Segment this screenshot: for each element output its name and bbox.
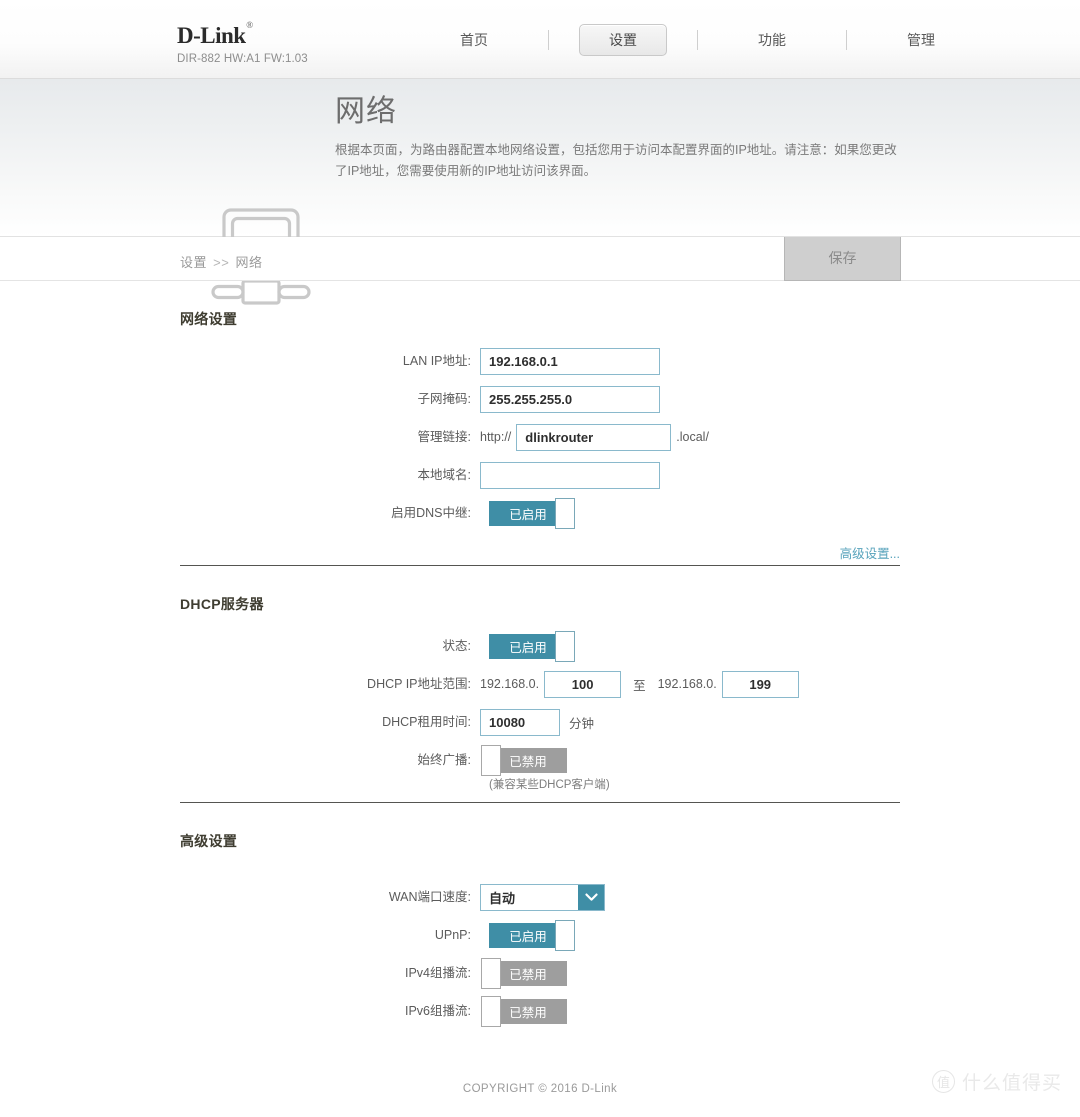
field-row-wan-port-speed: WAN端口速度: 自动: [180, 883, 900, 911]
field-row-lan-ip: LAN IP地址:: [180, 347, 900, 375]
field-row-upnp: UPnP: 已启用: [180, 919, 900, 951]
ipv4-multicast-toggle[interactable]: 已禁用: [481, 957, 567, 989]
brand-block: D-Link ® DIR-882 HW:A1 FW:1.03: [177, 21, 308, 66]
trademark-icon: ®: [246, 20, 253, 30]
page-hero: 网络 根据本页面，为路由器配置本地网络设置，包括您用于访问本配置界面的IP地址。…: [0, 79, 1080, 305]
management-link-prefix: http://: [480, 430, 512, 444]
dns-relay-toggle-label: 已启用: [509, 507, 547, 522]
always-broadcast-toggle-label: 已禁用: [509, 754, 547, 769]
toggle-knob: [481, 957, 501, 989]
section-network-settings: 网络设置 LAN IP地址: 子网掩码: 管理链接: http:// .loca…: [180, 281, 900, 565]
ipv6-multicast-toggle[interactable]: 已禁用: [481, 995, 567, 1027]
field-row-ipv4-multicast: IPv4组播流: 已禁用: [180, 957, 900, 989]
upnp-label: UPnP:: [434, 927, 471, 942]
device-model-label: DIR-882 HW:A1 FW:1.03: [177, 53, 308, 65]
advanced-settings-link[interactable]: 高级设置...: [840, 547, 900, 561]
dlink-logo-text: D-Link: [177, 23, 246, 48]
breadcrumb-current: 网络: [235, 255, 263, 270]
subnet-mask-label: 子网掩码:: [417, 391, 471, 406]
ipv4-multicast-label: IPv4组播流:: [405, 965, 471, 980]
nav-item-home[interactable]: 首页: [430, 29, 518, 51]
save-button[interactable]: 保存: [784, 237, 901, 281]
dhcp-lease-time-unit: 分钟: [569, 716, 595, 731]
section-advanced-settings: 高级设置 WAN端口速度: 自动 UPnP: 已启用 IPv4组播流: 已禁用 …: [180, 803, 900, 1027]
nav-separator: [697, 29, 698, 50]
always-broadcast-label: 始终广播:: [417, 752, 471, 767]
lan-ip-label: LAN IP地址:: [402, 353, 471, 368]
section-title-advanced: 高级设置: [180, 833, 238, 849]
subnet-mask-input[interactable]: [480, 385, 660, 413]
upnp-toggle[interactable]: 已启用: [489, 919, 575, 951]
field-row-subnet-mask: 子网掩码:: [180, 385, 900, 413]
toggle-knob: [481, 744, 501, 776]
wan-port-speed-select[interactable]: 自动: [480, 883, 605, 911]
section-title-dhcp: DHCP服务器: [180, 596, 264, 612]
dhcp-lease-time-label: DHCP租用时间:: [382, 714, 471, 729]
section-dhcp-server: DHCP服务器 状态: 已启用 DHCP IP地址范围: 192.168.0. …: [180, 566, 900, 792]
field-row-management-link: 管理链接: http:// .local/: [180, 423, 900, 451]
local-domain-input[interactable]: [480, 461, 660, 489]
chevron-down-icon[interactable]: [578, 884, 604, 910]
ipv6-multicast-toggle-label: 已禁用: [509, 1005, 547, 1020]
dhcp-ip-range-label: DHCP IP地址范围:: [367, 676, 471, 691]
field-row-dns-relay: 启用DNS中继: 已启用: [180, 497, 900, 529]
ipv6-multicast-label: IPv6组播流:: [405, 1003, 471, 1018]
toggle-knob: [555, 497, 575, 529]
top-header-bar: D-Link ® DIR-882 HW:A1 FW:1.03 首页 设置 功能 管…: [0, 0, 1080, 79]
field-row-dhcp-ip-range: DHCP IP地址范围: 192.168.0. 至 192.168.0.: [180, 670, 900, 698]
lan-ip-input[interactable]: [480, 347, 660, 375]
ipv4-multicast-toggle-label: 已禁用: [509, 967, 547, 982]
always-broadcast-hint-row: (兼容某些DHCP客户端): [180, 772, 900, 792]
dhcp-status-toggle[interactable]: 已启用: [489, 630, 575, 662]
wan-port-speed-label: WAN端口速度:: [388, 889, 471, 904]
toggle-knob: [555, 630, 575, 662]
toggle-knob: [481, 995, 501, 1027]
field-row-always-broadcast: 始终广播: 已禁用: [180, 744, 900, 776]
nav-item-settings[interactable]: 设置: [579, 23, 667, 56]
page-description: 根据本页面，为路由器配置本地网络设置，包括您用于访问本配置界面的IP地址。请注意…: [335, 143, 897, 178]
dhcp-range-start-input[interactable]: [544, 670, 622, 698]
page-content: 网络设置 LAN IP地址: 子网掩码: 管理链接: http:// .loca…: [0, 281, 1080, 1027]
nav-separator: [846, 29, 847, 50]
always-broadcast-toggle[interactable]: 已禁用: [481, 744, 567, 776]
field-row-ipv6-multicast: IPv6组播流: 已禁用: [180, 995, 900, 1027]
wan-port-speed-value: 自动: [489, 890, 516, 906]
management-link-suffix: .local/: [676, 430, 709, 444]
section-title-network: 网络设置: [180, 311, 238, 327]
breadcrumb-bar: 设置 >> 网络 保存: [0, 237, 1080, 281]
toggle-knob: [555, 919, 575, 951]
field-row-local-domain: 本地域名:: [180, 461, 900, 489]
dhcp-status-label: 状态:: [442, 638, 471, 653]
dhcp-status-toggle-label: 已启用: [509, 640, 547, 655]
hero-text-block: 网络 根据本页面，为路由器配置本地网络设置，包括您用于访问本配置界面的IP地址。…: [335, 95, 905, 181]
nav-separator: [548, 29, 549, 50]
field-row-dhcp-status: 状态: 已启用: [180, 630, 900, 662]
breadcrumb-separator: >>: [213, 255, 230, 270]
always-broadcast-hint: (兼容某些DHCP客户端): [489, 779, 610, 791]
advanced-link-row: 高级设置...: [180, 537, 900, 565]
management-link-label: 管理链接:: [417, 429, 471, 444]
field-row-dhcp-lease-time: DHCP租用时间: 分钟: [180, 708, 900, 736]
dhcp-lease-time-input[interactable]: [480, 708, 560, 736]
nav-item-management[interactable]: 管理: [877, 29, 965, 51]
main-nav: 首页 设置 功能 管理: [430, 0, 1080, 79]
page-title: 网络: [335, 95, 397, 128]
management-link-input[interactable]: [516, 423, 672, 451]
nav-item-features[interactable]: 功能: [728, 29, 816, 51]
dlink-logo[interactable]: D-Link ®: [177, 21, 253, 48]
dns-relay-toggle[interactable]: 已启用: [489, 497, 575, 529]
local-domain-label: 本地域名:: [417, 467, 471, 482]
dns-relay-label: 启用DNS中继:: [391, 505, 471, 520]
footer-copyright: COPYRIGHT © 2016 D-Link: [462, 1083, 618, 1095]
dhcp-range-between-label: 至: [633, 678, 646, 693]
upnp-toggle-label: 已启用: [509, 929, 547, 944]
dhcp-range-end-prefix: 192.168.0.: [657, 677, 717, 691]
breadcrumb-parent[interactable]: 设置: [180, 255, 207, 270]
breadcrumb: 设置 >> 网络: [180, 252, 262, 271]
dhcp-range-start-prefix: 192.168.0.: [480, 677, 540, 691]
dhcp-range-end-input[interactable]: [721, 670, 799, 698]
